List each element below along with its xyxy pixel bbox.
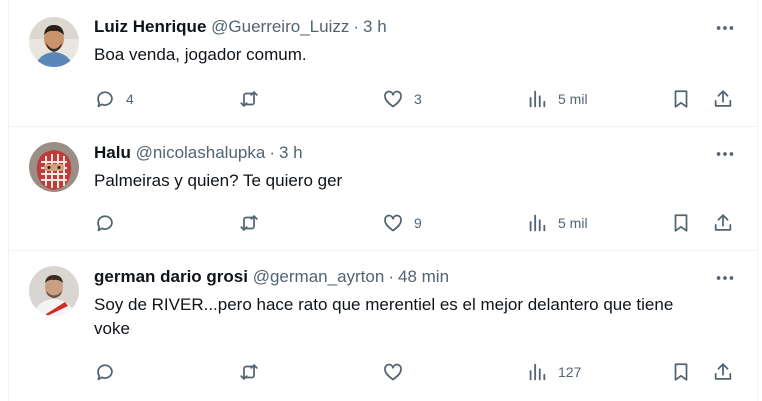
display-name[interactable]: Luiz Henrique xyxy=(94,17,206,36)
view-count: 5 mil xyxy=(558,91,588,107)
like-icon xyxy=(384,214,402,232)
tweet-text: Soy de RIVER...pero hace rato que merent… xyxy=(94,295,674,338)
reply-button[interactable] xyxy=(94,357,126,387)
share-button[interactable] xyxy=(712,208,734,238)
tweet-header: german dario grosi @german_ayrton · 48 min xyxy=(94,266,449,288)
like-icon xyxy=(384,90,402,108)
tweet-actions: 127 xyxy=(94,357,741,387)
retweet-icon xyxy=(240,215,258,231)
timestamp[interactable]: 3 h xyxy=(363,17,387,36)
retweet-button[interactable] xyxy=(238,208,270,238)
column-border-right xyxy=(757,0,758,401)
share-icon xyxy=(714,363,732,380)
tweet-text: Boa venda, jogador comum. xyxy=(94,45,307,64)
views-button[interactable]: 5 mil xyxy=(526,84,588,114)
reply-icon xyxy=(97,215,113,232)
bookmark-icon xyxy=(674,363,688,381)
tweet-actions: 9 5 mil xyxy=(94,208,741,238)
separator-dot: · xyxy=(353,17,360,36)
views-icon xyxy=(529,363,546,381)
tweet[interactable]: Halu @nicolashalupka · 3 h Palmeiras y qui… xyxy=(9,126,757,251)
bookmark-button[interactable] xyxy=(670,208,692,238)
like-button[interactable]: 9 xyxy=(382,208,422,238)
like-count: 9 xyxy=(414,215,422,231)
reply-icon xyxy=(97,364,113,381)
reply-button[interactable] xyxy=(94,208,126,238)
display-name[interactable]: Halu xyxy=(94,143,131,162)
share-button[interactable] xyxy=(712,357,734,387)
reply-icon xyxy=(97,91,113,108)
like-count: 3 xyxy=(414,91,422,107)
more-icon[interactable] xyxy=(713,144,737,164)
like-button[interactable] xyxy=(382,357,414,387)
like-icon xyxy=(384,363,402,381)
timestamp[interactable]: 48 min xyxy=(398,267,449,286)
avatar[interactable] xyxy=(29,17,79,67)
username[interactable]: @Guerreiro_Luizz xyxy=(211,17,349,36)
avatar[interactable] xyxy=(29,266,79,316)
username[interactable]: @nicolashalupka xyxy=(136,143,266,162)
retweet-icon xyxy=(240,364,258,380)
views-icon xyxy=(529,214,546,232)
views-button[interactable]: 5 mil xyxy=(526,208,588,238)
view-count: 5 mil xyxy=(558,215,588,231)
tweet-header: Luiz Henrique @Guerreiro_Luizz · 3 h xyxy=(94,16,387,38)
bookmark-button[interactable] xyxy=(670,84,692,114)
reply-button[interactable]: 4 xyxy=(94,84,134,114)
tweet[interactable]: Luiz Henrique @Guerreiro_Luizz · 3 h Boa v… xyxy=(9,0,757,127)
reply-count: 4 xyxy=(126,91,134,107)
views-icon xyxy=(529,90,546,108)
tweet-actions: 4 3 5 mil xyxy=(94,84,741,114)
share-icon xyxy=(714,90,732,107)
share-button[interactable] xyxy=(712,84,734,114)
tweet[interactable]: german dario grosi @german_ayrton · 48 min… xyxy=(9,250,757,401)
tweet-text: Palmeiras y quien? Te quiero ger xyxy=(94,171,343,190)
tweet-feed: Luiz Henrique @Guerreiro_Luizz · 3 h Boa v… xyxy=(0,0,762,401)
retweet-icon xyxy=(240,91,258,107)
bookmark-button[interactable] xyxy=(670,357,692,387)
more-icon[interactable] xyxy=(713,18,737,38)
view-count: 127 xyxy=(558,364,582,380)
retweet-button[interactable] xyxy=(238,84,270,114)
retweet-button[interactable] xyxy=(238,357,270,387)
bookmark-icon xyxy=(674,90,688,108)
avatar[interactable] xyxy=(29,142,79,192)
share-icon xyxy=(714,214,732,231)
more-icon[interactable] xyxy=(713,268,737,288)
separator-dot: · xyxy=(269,143,275,162)
views-button[interactable]: 127 xyxy=(526,357,581,387)
tweet-header: Halu @nicolashalupka · 3 h xyxy=(94,142,303,164)
separator-dot: · xyxy=(388,267,394,286)
display-name[interactable]: german dario grosi xyxy=(94,267,248,286)
bookmark-icon xyxy=(674,214,688,232)
username[interactable]: @german_ayrton xyxy=(253,267,385,286)
like-button[interactable]: 3 xyxy=(382,84,422,114)
timestamp[interactable]: 3 h xyxy=(279,143,303,162)
